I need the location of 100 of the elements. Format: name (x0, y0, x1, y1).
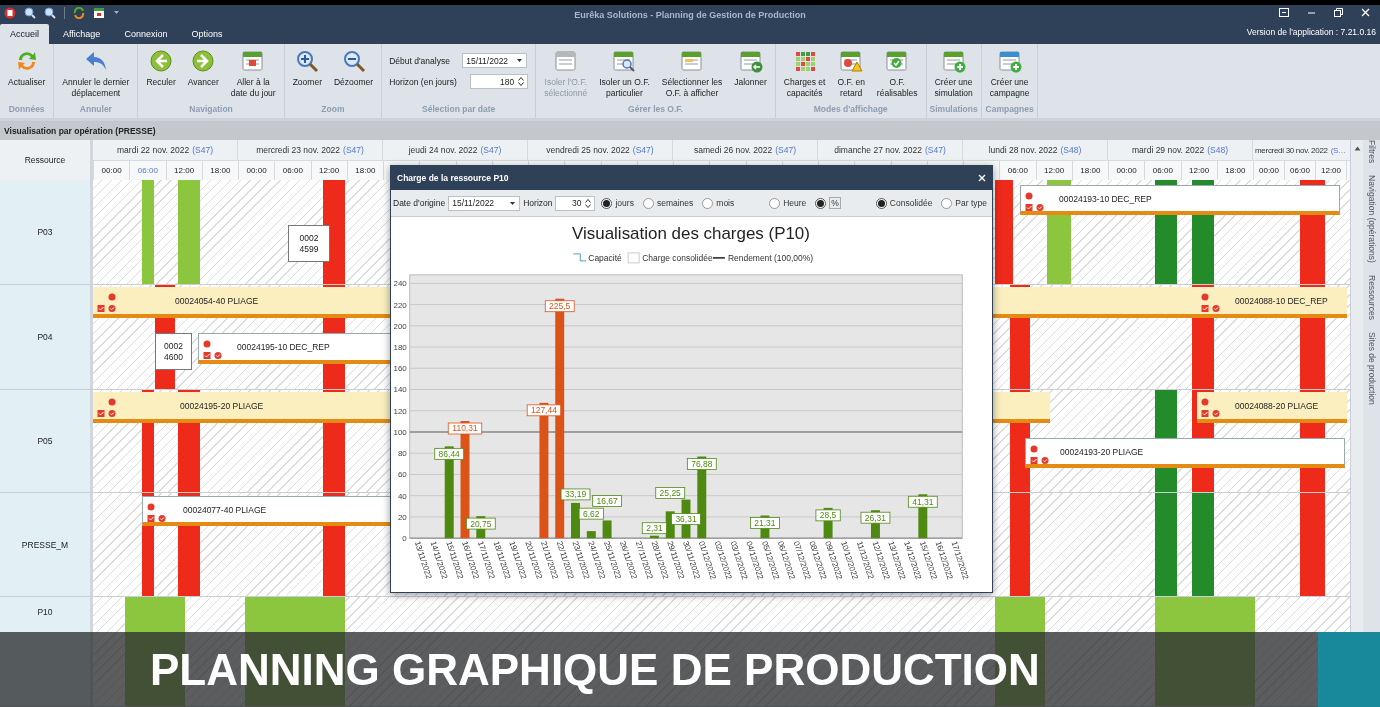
day-label: mercredi 23 nov. 2022 (S47) (256, 145, 364, 155)
zoom-in-icon (24, 6, 36, 19)
ribbon-button[interactable]: Annuler le dernier déplacement (57, 49, 135, 99)
date-field[interactable]: 15/11/2022 (462, 53, 528, 68)
hour-cell: 18:00 (1071, 160, 1108, 180)
ribbon-tab[interactable]: Affichage (53, 24, 111, 44)
number-field[interactable]: 30 (555, 195, 596, 211)
axis-label: 220 (393, 300, 407, 310)
value-label: 36,31 (671, 513, 701, 525)
group-title: Gérer les O.F. (628, 104, 683, 114)
day-label: jeudi 24 nov. 2022 (S47) (408, 145, 502, 155)
hour-cell: 06:00 (999, 160, 1036, 180)
side-tab[interactable]: Sites de production (1366, 331, 1377, 405)
operation-bar[interactable]: 00024088-10 DEC_REP (1197, 287, 1347, 318)
radio-option[interactable]: Consolidée (872, 197, 936, 209)
axis-label: 160 (393, 364, 407, 374)
ribbon-button[interactable]: Créer une simulation (929, 49, 978, 99)
ribbon-button[interactable]: Isoler un O.F. particulier (594, 49, 655, 99)
caption-text: PLANNING GRAPHIQUE DE PRODUCTION (150, 644, 1040, 695)
value-label: 127,44 (526, 404, 562, 417)
chart-bar (602, 520, 612, 539)
operation-bar[interactable]: 00024193-20 PLIAGE (1025, 438, 1345, 468)
scroll-up-icon (1353, 146, 1361, 151)
value-label: 33,19 (560, 488, 591, 501)
ribbon-button[interactable]: Avancer (182, 49, 224, 88)
data-label: 28,5 (819, 510, 837, 521)
dropdown-caret-icon (113, 10, 120, 15)
radio-option[interactable]: % (812, 197, 844, 209)
ribbon-button[interactable]: Aller à la date du jour (225, 49, 281, 99)
hour-cell: 00:00 (93, 160, 130, 180)
ribbon-button[interactable]: Dézoomer (328, 49, 379, 88)
radio-option[interactable]: semaines (639, 197, 697, 209)
column-header: Ressource (0, 140, 93, 180)
group-title: Modes d'affichage (813, 104, 888, 114)
zoom-out-icon (341, 49, 366, 73)
ribbon-button[interactable]: Zoomer (287, 49, 327, 88)
ribbon-button[interactable]: Reculer (141, 49, 181, 88)
operation-bar[interactable]: 00024088-20 PLIAGE (1197, 392, 1347, 423)
axis-label: 60 (397, 470, 407, 480)
axis-label: 240 (393, 279, 407, 289)
group-title: Annuler (79, 104, 112, 114)
value-label: 20,75 (465, 517, 496, 530)
radio-option[interactable]: mois (699, 197, 738, 209)
value-label: 26,31 (860, 511, 891, 524)
side-tab[interactable]: Ressources (1366, 275, 1377, 320)
zoom-in-icon (295, 49, 320, 73)
radio-option[interactable]: Par type (938, 197, 990, 209)
ribbon-button[interactable]: Actualiser (3, 49, 51, 88)
ribbon-tab[interactable]: Accueil (0, 24, 49, 44)
value-label: 28,5 (815, 509, 841, 522)
ribbon-button[interactable]: Créer une campagne (984, 49, 1035, 99)
hour-cell: 06:00 (1144, 160, 1181, 180)
ribbon-button[interactable]: Charges et capacités (778, 49, 831, 99)
ribbon-button[interactable]: Jalonner (729, 49, 772, 88)
ribbon-button[interactable]: Sélectionner les O.F. à afficher (656, 49, 728, 99)
hour-cell: 12:00 (165, 160, 202, 180)
data-label: 16,67 (596, 495, 618, 506)
ribbon-tab[interactable]: Connexion (114, 24, 178, 44)
day-label: vendredi 25 nov. 2022 (S47) (546, 145, 654, 155)
group-title: Zoom (321, 104, 345, 114)
operation-label: 0002 4600 (163, 340, 184, 363)
ribbon-button[interactable]: O.F. réalisables (871, 49, 923, 99)
value-label: 25,25 (655, 487, 686, 499)
operation-label: 00024088-20 PLIAGE (1235, 400, 1319, 411)
data-label: 33,19 (564, 489, 587, 500)
ribbon-tab[interactable]: Options (181, 24, 233, 44)
close-button[interactable] (978, 174, 986, 182)
hour-cell: 18:00 (346, 160, 383, 180)
radio-option[interactable]: Heure (766, 197, 810, 209)
axis-label: 120 (393, 406, 407, 416)
scrollbar[interactable] (1350, 140, 1363, 632)
close-icon (978, 174, 986, 182)
operation-bar[interactable]: 00024193-10 DEC_REP (1020, 185, 1340, 215)
zoom-out-icon (44, 6, 56, 19)
data-label: 36,31 (675, 514, 697, 525)
side-tab[interactable]: Filtres (1366, 140, 1377, 164)
data-label: 225,5 (549, 301, 571, 312)
resource-name: P03 (0, 180, 93, 284)
layout-icon (1279, 8, 1289, 17)
spin-arrows-icon (518, 76, 525, 87)
data-label: 25,25 (659, 487, 682, 498)
axis-label: 180 (393, 343, 407, 353)
operation-bar[interactable]: 0002 4600 (155, 333, 192, 370)
data-label: 21,31 (754, 517, 776, 528)
number-field[interactable]: 180 (470, 74, 529, 89)
hour-cell: 06:00 (1284, 160, 1315, 180)
value-label: 76,88 (686, 458, 717, 470)
group-title: Sélection par date (422, 104, 496, 114)
date-field[interactable]: 15/11/2022 (448, 195, 521, 211)
day-label: mercredi 30 nov. 2022 (S… (1255, 145, 1346, 155)
axis-label: 140 (393, 385, 407, 395)
axis-label: 20 (397, 512, 407, 522)
value-label: 2,31 (641, 522, 667, 535)
radio-option[interactable]: jours (598, 197, 637, 209)
ribbon-button[interactable]: O.F. en retard (832, 49, 870, 99)
side-tab[interactable]: Navigation (opérations) (1366, 175, 1377, 264)
hour-cell: 12:00 (1035, 160, 1072, 180)
operation-bar[interactable]: 0002 4599 (288, 225, 330, 262)
calendar-plus-icon (941, 49, 966, 73)
dialog-title: Charge de la ressource P10 (397, 173, 509, 183)
